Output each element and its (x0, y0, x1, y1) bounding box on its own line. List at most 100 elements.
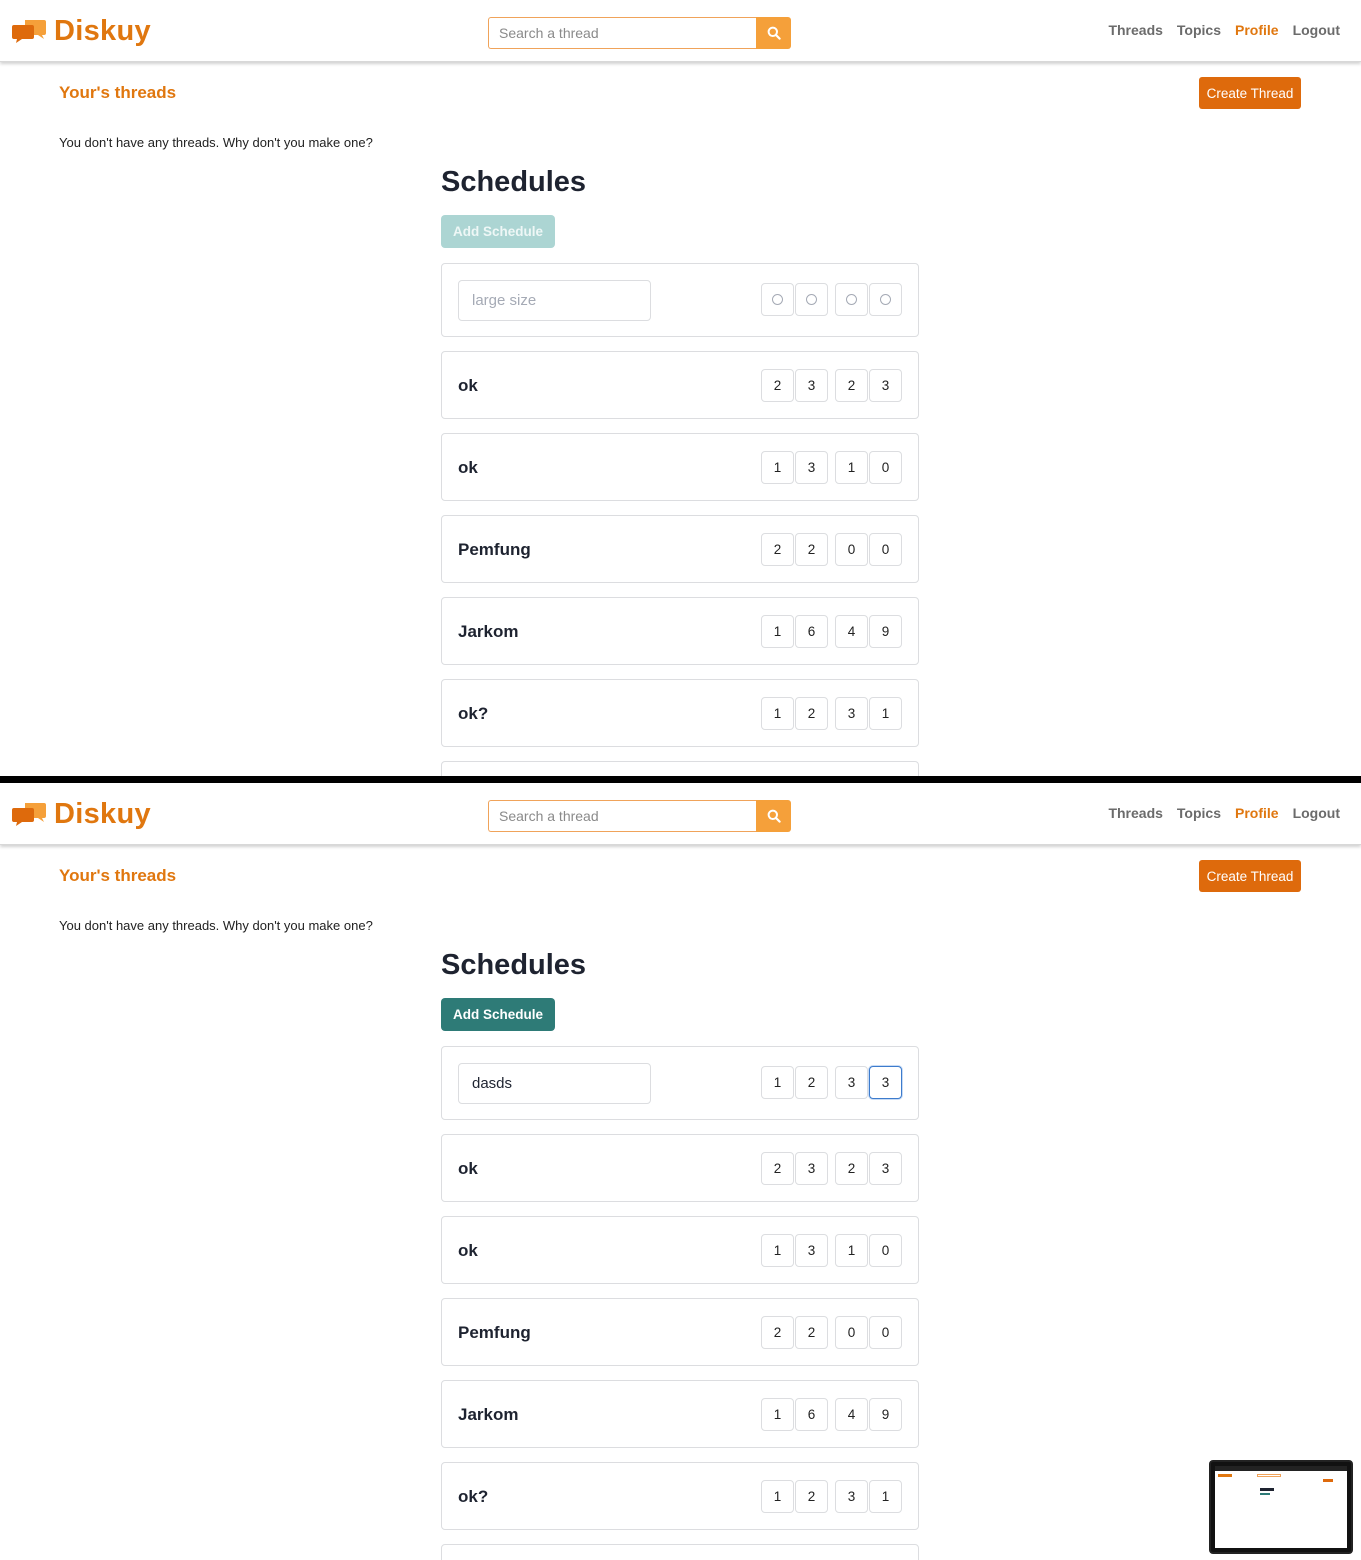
nav-link-topics[interactable]: Topics (1177, 805, 1221, 821)
schedule-value-box[interactable]: 3 (795, 369, 828, 402)
schedule-value-box[interactable]: 2 (761, 1316, 794, 1349)
schedule-row-values: 1310 (761, 451, 902, 484)
create-thread-button[interactable]: Create Thread (1199, 860, 1301, 892)
new-value-input-1[interactable] (761, 1066, 794, 1099)
screenshot-panel-before: Diskuy Threads Topics Profile Logout You… (0, 0, 1361, 776)
schedule-value-box[interactable]: 6 (795, 1398, 828, 1431)
schedule-row-values: 1310 (761, 1234, 902, 1267)
window-preview-thumbnail[interactable] (1209, 1460, 1353, 1554)
search-input[interactable] (488, 17, 756, 49)
schedule-value-box[interactable]: 1 (761, 1480, 794, 1513)
nav-links: Threads Topics Profile Logout (1108, 805, 1340, 821)
schedule-value-box[interactable]: 3 (869, 369, 902, 402)
schedule-value-box[interactable]: 1 (761, 615, 794, 648)
schedule-value-box[interactable]: 2 (835, 369, 868, 402)
schedule-value-box[interactable]: 4 (835, 1398, 868, 1431)
schedule-value-box[interactable]: 0 (869, 1316, 902, 1349)
schedule-value-box[interactable]: 2 (795, 697, 828, 730)
schedule-value-box[interactable]: 3 (795, 451, 828, 484)
schedule-value-box[interactable]: 0 (869, 1234, 902, 1267)
schedule-row: ok 2 3 2 3 (441, 351, 919, 419)
schedule-value-box[interactable]: 6 (795, 615, 828, 648)
schedule-value-box[interactable]: 0 (869, 451, 902, 484)
nav-link-profile[interactable]: Profile (1235, 805, 1279, 821)
schedule-value-box[interactable]: 0 (835, 1316, 868, 1349)
search-input[interactable] (488, 800, 756, 832)
empty-value-circle-icon (806, 294, 817, 305)
schedule-row-partial (441, 761, 919, 776)
schedule-value-box[interactable]: 9 (869, 1398, 902, 1431)
schedule-row-name: Jarkom (458, 622, 519, 641)
schedule-value-box[interactable]: 0 (869, 533, 902, 566)
schedule-value-box[interactable]: 2 (761, 369, 794, 402)
brand-name: Diskuy (54, 14, 151, 47)
new-value-input-3[interactable] (835, 283, 868, 316)
schedule-row-name: Pemfung (458, 1323, 531, 1342)
schedule-row-name: ok (458, 1241, 478, 1260)
new-value-input-3[interactable] (835, 1066, 868, 1099)
nav-link-threads[interactable]: Threads (1108, 22, 1162, 38)
schedule-value-box[interactable]: 0 (835, 533, 868, 566)
schedule-row: Pemfung 2 2 0 0 (441, 1298, 919, 1366)
search-button[interactable] (756, 800, 791, 832)
create-thread-button[interactable]: Create Thread (1199, 77, 1301, 109)
schedule-row-name: ok? (458, 1487, 489, 1506)
schedule-value-box[interactable]: 2 (795, 533, 828, 566)
new-value-input-2[interactable] (795, 283, 828, 316)
nav-link-threads[interactable]: Threads (1108, 805, 1162, 821)
add-schedule-button[interactable]: Add Schedule (441, 215, 555, 248)
search-icon (767, 809, 781, 823)
schedule-value-box[interactable]: 3 (869, 1152, 902, 1185)
schedule-value-box[interactable]: 1 (761, 1234, 794, 1267)
screenshot-panel-after: Diskuy Threads Topics Profile Logout You… (0, 783, 1361, 1560)
schedule-value-box[interactable]: 1 (869, 1480, 902, 1513)
schedule-value-box[interactable]: 9 (869, 615, 902, 648)
schedule-value-box[interactable]: 3 (835, 697, 868, 730)
new-value-input-1[interactable] (761, 283, 794, 316)
new-value-input-2[interactable] (795, 1066, 828, 1099)
new-value-input-4[interactable] (869, 1066, 902, 1099)
new-value-input-4[interactable] (869, 283, 902, 316)
schedule-value-box[interactable]: 1 (761, 697, 794, 730)
schedule-value-box[interactable]: 3 (795, 1234, 828, 1267)
schedule-row-values: 2200 (761, 1316, 902, 1349)
schedule-value-box[interactable]: 2 (761, 533, 794, 566)
chat-bubbles-icon (12, 17, 46, 45)
empty-value-circle-icon (846, 294, 857, 305)
schedule-value-box[interactable]: 1 (761, 451, 794, 484)
schedule-row-values: 1649 (761, 615, 902, 648)
nav-link-logout[interactable]: Logout (1293, 805, 1340, 821)
nav-link-logout[interactable]: Logout (1293, 22, 1340, 38)
schedule-value-box[interactable]: 1 (835, 1234, 868, 1267)
nav-links: Threads Topics Profile Logout (1108, 22, 1340, 38)
nav-link-topics[interactable]: Topics (1177, 22, 1221, 38)
schedule-value-box[interactable]: 2 (795, 1316, 828, 1349)
empty-threads-message: You don't have any threads. Why don't yo… (59, 918, 373, 933)
schedule-name-input[interactable] (458, 1063, 651, 1104)
schedule-value-box[interactable]: 3 (795, 1152, 828, 1185)
empty-threads-message: You don't have any threads. Why don't yo… (59, 135, 373, 150)
nav-link-profile[interactable]: Profile (1235, 22, 1279, 38)
schedule-value-box[interactable]: 3 (835, 1480, 868, 1513)
schedule-row-partial (441, 1544, 919, 1560)
brand[interactable]: Diskuy (12, 13, 151, 49)
schedule-row: ok 1 3 1 0 (441, 433, 919, 501)
window-preview-content (1215, 1466, 1347, 1548)
schedule-row-name: ok? (458, 704, 489, 723)
search-button[interactable] (756, 17, 791, 49)
schedule-name-input[interactable] (458, 280, 651, 321)
search-form (488, 17, 791, 49)
new-schedule-card (441, 263, 919, 337)
schedule-value-box[interactable]: 1 (761, 1398, 794, 1431)
schedule-value-box[interactable]: 1 (835, 451, 868, 484)
schedule-value-box[interactable]: 1 (869, 697, 902, 730)
add-schedule-button[interactable]: Add Schedule (441, 998, 555, 1031)
schedule-value-box[interactable]: 2 (835, 1152, 868, 1185)
search-icon (767, 26, 781, 40)
schedule-value-box[interactable]: 2 (795, 1480, 828, 1513)
search-form (488, 800, 791, 832)
schedule-row-values: 2200 (761, 533, 902, 566)
schedule-value-box[interactable]: 2 (761, 1152, 794, 1185)
brand[interactable]: Diskuy (12, 796, 151, 832)
schedule-value-box[interactable]: 4 (835, 615, 868, 648)
